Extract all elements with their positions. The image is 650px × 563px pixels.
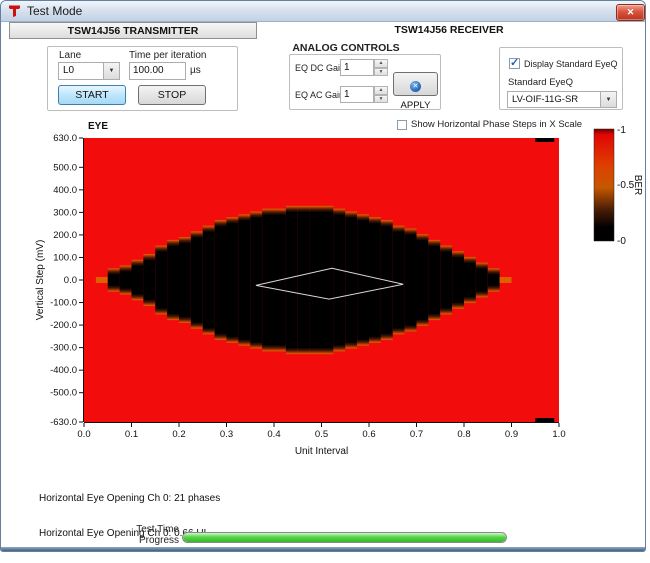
analog-controls-panel: EQ DC Gain 1 ▲ ▼ EQ AC Gain 1 ▲ ▼ ✕ APPL… xyxy=(289,54,441,111)
svg-text:Unit Interval: Unit Interval xyxy=(295,446,348,457)
lane-value: L0 xyxy=(63,65,75,76)
stop-button[interactable]: STOP xyxy=(138,85,206,105)
lane-panel: Lane L0 ▼ Time per iteration 100.00 µs S… xyxy=(47,46,238,111)
apply-label: APPLY xyxy=(400,100,431,111)
svg-text:0.1: 0.1 xyxy=(125,429,138,440)
chevron-down-icon[interactable]: ▼ xyxy=(600,92,616,107)
svg-text:500.0: 500.0 xyxy=(53,162,77,173)
svg-text:-1: -1 xyxy=(617,125,626,136)
standard-eyeq-select[interactable]: LV-OIF-11G-SR ▼ xyxy=(507,91,617,108)
svg-text:100.0: 100.0 xyxy=(53,252,77,263)
eq-dc-gain-label: EQ DC Gain xyxy=(295,63,346,73)
spin-down-icon[interactable]: ▼ xyxy=(374,67,388,76)
eq-dc-gain-input[interactable]: 1 xyxy=(340,59,374,76)
svg-text:0.9: 0.9 xyxy=(505,429,518,440)
time-unit-label: µs xyxy=(190,65,201,76)
svg-text:-200.0: -200.0 xyxy=(50,320,77,331)
progress-fill xyxy=(183,533,506,542)
test-mode-window: Test Mode ✕ TSW14J56 TRANSMITTER TSW14J5… xyxy=(0,0,646,552)
eq-ac-gain-input[interactable]: 1 xyxy=(340,86,374,103)
svg-text:-630.0: -630.0 xyxy=(50,417,77,428)
test-time-progress-label: Test Time Progress xyxy=(136,524,179,546)
svg-text:0.2: 0.2 xyxy=(172,429,185,440)
svg-text:-300.0: -300.0 xyxy=(50,343,77,354)
window-bottom-border xyxy=(1,547,645,551)
start-button[interactable]: START xyxy=(58,85,126,105)
svg-text:-100.0: -100.0 xyxy=(50,298,77,309)
svg-text:0.5: 0.5 xyxy=(315,429,328,440)
screen: Test Mode ✕ TSW14J56 TRANSMITTER TSW14J5… xyxy=(0,0,650,563)
check-icon: ✓ xyxy=(510,57,520,69)
result-line: Horizontal Eye Opening Ch 0: 21 phases xyxy=(39,493,221,504)
display-standard-eyeq-checkbox[interactable]: ✓ xyxy=(509,57,520,69)
apply-button[interactable]: ✕ APPLY xyxy=(393,72,438,111)
svg-text:0.4: 0.4 xyxy=(267,429,280,440)
standard-eyeq-value: LV-OIF-11G-SR xyxy=(512,94,579,105)
eq-dc-gain-spinner[interactable]: ▲ ▼ xyxy=(374,59,388,76)
spin-down-icon[interactable]: ▼ xyxy=(374,94,388,103)
svg-text:BER: BER xyxy=(632,175,643,196)
svg-text:Vertical Step (mV): Vertical Step (mV) xyxy=(35,240,46,321)
eyeq-panel: ✓ Display Standard EyeQ Standard EyeQ LV… xyxy=(499,47,623,110)
tab-tsw14j56-receiver[interactable]: TSW14J56 RECEIVER xyxy=(257,22,641,39)
svg-text:630.0: 630.0 xyxy=(53,133,77,144)
eye-diagram-chart: 630.0 500.0 400.0 300.0 200.0 100.0 0.0 -100.0 -… xyxy=(1,116,645,466)
title-bar: Test Mode ✕ xyxy=(1,1,645,22)
close-icon: ✕ xyxy=(626,7,635,17)
lane-label: Lane xyxy=(59,50,82,61)
svg-text:0.7: 0.7 xyxy=(410,429,423,440)
svg-text:0.3: 0.3 xyxy=(220,429,233,440)
time-per-iteration-label: Time per iteration xyxy=(129,50,207,61)
svg-text:-0: -0 xyxy=(617,236,626,247)
apply-globe-icon: ✕ xyxy=(410,81,421,92)
standard-eyeq-label: Standard EyeQ xyxy=(508,77,573,88)
close-button[interactable]: ✕ xyxy=(616,4,645,21)
svg-text:-400.0: -400.0 xyxy=(50,365,77,376)
svg-text:1.0: 1.0 xyxy=(552,429,565,440)
svg-text:0.0: 0.0 xyxy=(77,429,90,440)
svg-text:-500.0: -500.0 xyxy=(50,388,77,399)
eye-heatmap: 630.0 500.0 400.0 300.0 200.0 100.0 0.0 -100.0 -… xyxy=(35,125,643,457)
spin-up-icon[interactable]: ▲ xyxy=(374,59,388,68)
tab-tsw14j56-transmitter[interactable]: TSW14J56 TRANSMITTER xyxy=(9,22,257,39)
display-standard-eyeq-label: Display Standard EyeQ xyxy=(524,59,618,69)
window-title: Test Mode xyxy=(27,4,83,18)
svg-text:0.8: 0.8 xyxy=(457,429,470,440)
svg-text:0.6: 0.6 xyxy=(362,429,375,440)
test-time-progress-bar xyxy=(182,532,507,543)
svg-text:300.0: 300.0 xyxy=(53,207,77,218)
spin-up-icon[interactable]: ▲ xyxy=(374,86,388,95)
ti-logo-icon xyxy=(9,5,20,17)
svg-text:400.0: 400.0 xyxy=(53,185,77,196)
svg-text:200.0: 200.0 xyxy=(53,230,77,241)
lane-select[interactable]: L0 ▼ xyxy=(58,62,120,80)
analog-controls-title: ANALOG CONTROLS xyxy=(292,42,400,54)
eq-ac-gain-label: EQ AC Gain xyxy=(295,90,345,100)
eq-ac-gain-spinner[interactable]: ▲ ▼ xyxy=(374,86,388,103)
svg-text:0.0: 0.0 xyxy=(64,275,77,286)
time-per-iteration-input[interactable]: 100.00 xyxy=(129,62,186,80)
chevron-down-icon[interactable]: ▼ xyxy=(103,63,119,79)
